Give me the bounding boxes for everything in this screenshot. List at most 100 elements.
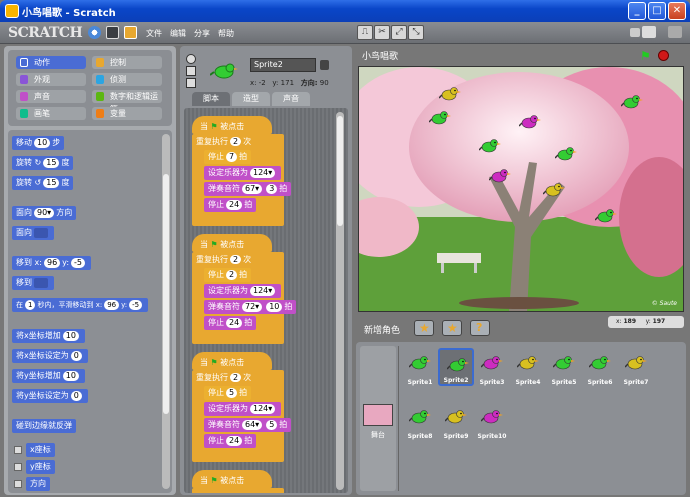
- block-input[interactable]: 124▾: [250, 286, 276, 296]
- random-sprite-button[interactable]: ?: [470, 320, 490, 336]
- maximize-button[interactable]: □: [648, 2, 666, 20]
- category-variables[interactable]: 变量: [92, 107, 162, 120]
- rotation-none-icon[interactable]: [186, 78, 196, 88]
- stage-bird-sprite[interactable]: [620, 93, 643, 113]
- block-set-x[interactable]: 将x坐标设定为 0: [12, 349, 88, 363]
- block-goto[interactable]: 移到: [12, 276, 54, 290]
- block-input[interactable]: 124▾: [250, 404, 276, 414]
- block-change-x[interactable]: 将x坐标增加 10: [12, 329, 85, 343]
- block-input[interactable]: 24: [226, 318, 243, 328]
- sprite-thumbnail-sprite3[interactable]: Sprite3: [474, 348, 510, 386]
- stage-bird-sprite[interactable]: [518, 113, 541, 133]
- block-input[interactable]: 10: [34, 138, 51, 148]
- repeat-block[interactable]: 重复执行 2 次 停止 2 拍 设定乐器为 124▾ 弹奏音符 72▾ 10 拍 停止 24 拍: [192, 252, 297, 344]
- tab-costumes[interactable]: 造型: [232, 92, 270, 106]
- block-input[interactable]: 24: [226, 200, 243, 210]
- green-flag-icon[interactable]: ⚑: [640, 49, 651, 63]
- rest-block[interactable]: 停止 5 拍: [204, 386, 252, 400]
- stage[interactable]: © Saute: [358, 66, 684, 312]
- menu-help[interactable]: 帮助: [218, 28, 234, 39]
- block-input[interactable]: 24: [226, 436, 243, 446]
- block-point-direction[interactable]: 面向 90▾ 方向: [12, 206, 77, 220]
- category-control[interactable]: 控制: [92, 56, 162, 69]
- checkbox-ypos[interactable]: [14, 463, 22, 471]
- set-instrument-block[interactable]: 设定乐器为 124▾: [204, 402, 282, 416]
- script-area[interactable]: 当 ⚑ 被点击 重复执行 2 次 停止 7 拍 设定乐器为 124▾ 弹奏音符 67▾ 3 拍 …: [184, 108, 348, 493]
- palette-scrollbar[interactable]: [162, 134, 170, 489]
- block-glide[interactable]: 在 1 秒内，平滑移动到 x: 96 y: -5: [12, 298, 149, 312]
- small-stage-icon[interactable]: [630, 28, 640, 37]
- block-input[interactable]: 0: [70, 351, 82, 361]
- category-pen[interactable]: 画笔: [16, 107, 86, 120]
- block-input[interactable]: 7: [226, 152, 238, 162]
- stage-bird-sprite[interactable]: [478, 137, 501, 157]
- rest-block[interactable]: 停止 24 拍: [204, 434, 257, 448]
- share-icon[interactable]: [124, 26, 137, 39]
- block-goto-xy[interactable]: 移到 x: 96 y: -5: [12, 256, 92, 270]
- menu-edit[interactable]: 编辑: [170, 28, 186, 39]
- block-input[interactable]: 124▾: [250, 168, 276, 178]
- presentation-mode-icon[interactable]: [668, 26, 682, 38]
- stage-selector[interactable]: 舞台: [360, 346, 396, 491]
- block-set-y[interactable]: 将y坐标设定为 0: [12, 389, 88, 403]
- paint-new-sprite-button[interactable]: ★: [414, 320, 434, 336]
- block-input[interactable]: 96: [104, 300, 120, 310]
- block-dropdown[interactable]: [34, 227, 48, 238]
- script-scrollbar[interactable]: [336, 112, 344, 490]
- block-turn-right[interactable]: 旋转 ↻ 15 度: [12, 156, 74, 170]
- tab-scripts[interactable]: 脚本: [192, 92, 230, 106]
- menu-file[interactable]: 文件: [146, 28, 162, 39]
- sprite-thumbnail-sprite10[interactable]: Sprite10: [474, 402, 510, 440]
- set-instrument-block[interactable]: 设定乐器为 124▾: [204, 284, 282, 298]
- category-motion[interactable]: 动作: [16, 56, 86, 69]
- stage-bird-sprite[interactable]: [438, 85, 461, 105]
- lock-icon[interactable]: [320, 60, 329, 70]
- play-note-block[interactable]: 弹奏音符 67▾ 3 拍: [204, 182, 292, 196]
- sprite-thumbnail-sprite5[interactable]: Sprite5: [546, 348, 582, 386]
- rotation-flip-icon[interactable]: [186, 66, 196, 76]
- stage-bird-sprite[interactable]: [554, 145, 577, 165]
- block-input[interactable]: 1: [25, 300, 36, 310]
- repeat-count-input[interactable]: 2: [230, 373, 242, 382]
- block-input[interactable]: 0: [70, 391, 82, 401]
- menu-share[interactable]: 分享: [194, 28, 210, 39]
- block-input[interactable]: 10: [62, 331, 79, 341]
- block-input[interactable]: -5: [71, 258, 86, 268]
- block-input[interactable]: 72▾: [242, 302, 263, 312]
- block-point-towards[interactable]: 面向: [12, 226, 54, 240]
- stamp-tool-icon[interactable]: ⎍: [357, 25, 373, 40]
- block-input[interactable]: 10: [62, 371, 79, 381]
- block-input[interactable]: 5: [226, 388, 238, 398]
- checkbox-xpos[interactable]: [14, 446, 22, 454]
- scroll-thumb[interactable]: [337, 116, 343, 226]
- stop-sign-icon[interactable]: [658, 50, 669, 61]
- checkbox-direction[interactable]: [14, 480, 22, 488]
- repeat-block[interactable]: [192, 488, 284, 493]
- stage-bird-sprite[interactable]: [488, 167, 511, 187]
- hat-block-green-flag[interactable]: 当 ⚑ 被点击: [192, 234, 272, 252]
- block-input[interactable]: 10: [266, 302, 283, 312]
- block-input[interactable]: 67▾: [242, 184, 263, 194]
- block-input[interactable]: -5: [129, 300, 143, 310]
- block-turn-left[interactable]: 旋转 ↺ 15 度: [12, 176, 74, 190]
- rotation-full-icon[interactable]: [186, 54, 196, 64]
- sprite-name-field[interactable]: Sprite2: [250, 58, 316, 72]
- repeat-block[interactable]: 重复执行 2 次 停止 5 拍 设定乐器为 124▾ 弹奏音符 64▾ 5 拍 停止 24 拍: [192, 370, 292, 462]
- minimize-button[interactable]: _: [628, 2, 646, 20]
- block-xpos[interactable]: x座标: [26, 443, 55, 457]
- block-input[interactable]: 96: [43, 258, 61, 268]
- block-input[interactable]: 90▾: [34, 208, 55, 218]
- scroll-thumb[interactable]: [163, 174, 169, 414]
- repeat-block[interactable]: 重复执行 2 次 停止 7 拍 设定乐器为 124▾ 弹奏音符 67▾ 3 拍 停止 24 拍: [192, 134, 292, 226]
- sprite-thumbnail-sprite1[interactable]: Sprite1: [402, 348, 438, 386]
- repeat-count-input[interactable]: 2: [230, 255, 242, 264]
- block-input[interactable]: 2: [226, 270, 238, 280]
- block-input[interactable]: 64▾: [242, 420, 263, 430]
- block-move[interactable]: 移动 10 步: [12, 136, 65, 150]
- block-bounce[interactable]: 碰到边缘就反弹: [12, 419, 76, 433]
- sprite-thumbnail-sprite6[interactable]: Sprite6: [582, 348, 618, 386]
- play-note-block[interactable]: 弹奏音符 64▾ 5 拍: [204, 418, 292, 432]
- stage-bird-sprite[interactable]: [428, 109, 451, 129]
- hat-block-green-flag[interactable]: 当 ⚑ 被点击: [192, 470, 272, 488]
- block-input[interactable]: 3: [266, 184, 278, 194]
